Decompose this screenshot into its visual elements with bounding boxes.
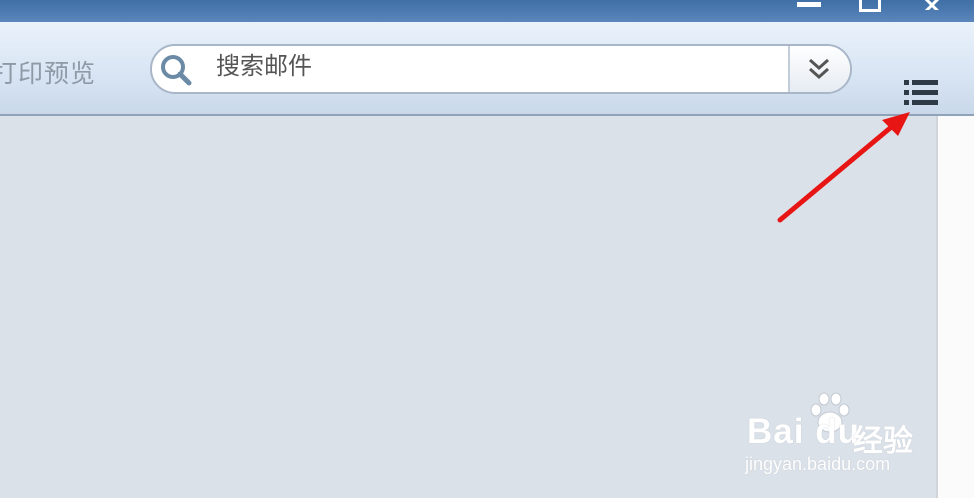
search-icon[interactable] [158,52,194,88]
list-menu-icon [904,80,938,105]
red-arrow-annotation [777,112,910,223]
minimize-button[interactable] [795,0,825,10]
maximize-button[interactable] [856,0,886,12]
watermark-logo: Bai du [747,412,860,451]
search-options-button[interactable] [788,46,850,92]
baidu-jingyan-watermark: Bai du 经验 jingyan.baidu.com [745,392,945,482]
search-input[interactable]: 搜索邮件 [216,48,312,84]
toolbar: 打印预览 搜索邮件 [0,22,974,116]
print-preview-button[interactable]: 打印预览 [0,54,96,90]
close-button[interactable]: ✕ [915,0,949,10]
title-bar: ✕ [0,0,974,22]
watermark-url: jingyan.baidu.com [745,454,891,474]
double-chevron-down-icon [809,58,829,80]
search-box: 搜索邮件 [150,44,852,94]
